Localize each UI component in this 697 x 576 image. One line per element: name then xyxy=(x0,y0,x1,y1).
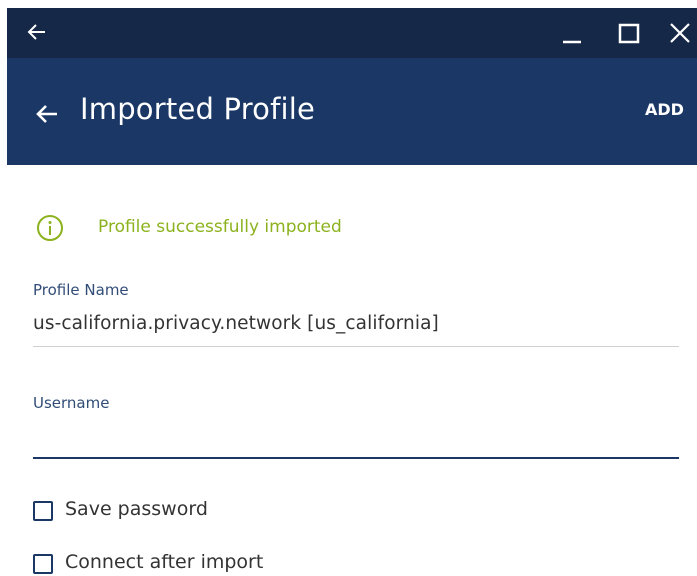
status-message: Profile successfully imported xyxy=(98,217,342,237)
checkbox-box[interactable] xyxy=(33,501,53,521)
profile-name-value[interactable]: us-california.privacy.network [us_califo… xyxy=(33,313,439,334)
window-titlebar xyxy=(7,8,697,58)
add-button[interactable]: ADD xyxy=(645,100,684,119)
username-label: Username xyxy=(33,394,110,412)
username-input[interactable] xyxy=(33,418,679,456)
profile-name-underline xyxy=(33,346,679,347)
checkbox-box[interactable] xyxy=(33,554,53,574)
save-password-label: Save password xyxy=(65,498,208,520)
maximize-icon[interactable] xyxy=(617,22,641,46)
close-icon[interactable] xyxy=(667,20,693,46)
profile-name-label: Profile Name xyxy=(33,281,129,299)
app-header: Imported Profile ADD xyxy=(7,58,697,165)
username-underline xyxy=(33,457,679,459)
connect-after-import-label: Connect after import xyxy=(65,551,264,573)
info-circle-icon xyxy=(36,214,64,242)
page-title: Imported Profile xyxy=(80,92,316,126)
minimize-icon[interactable] xyxy=(560,22,584,46)
back-arrow-icon[interactable] xyxy=(24,19,50,45)
back-arrow-icon[interactable] xyxy=(33,100,61,128)
